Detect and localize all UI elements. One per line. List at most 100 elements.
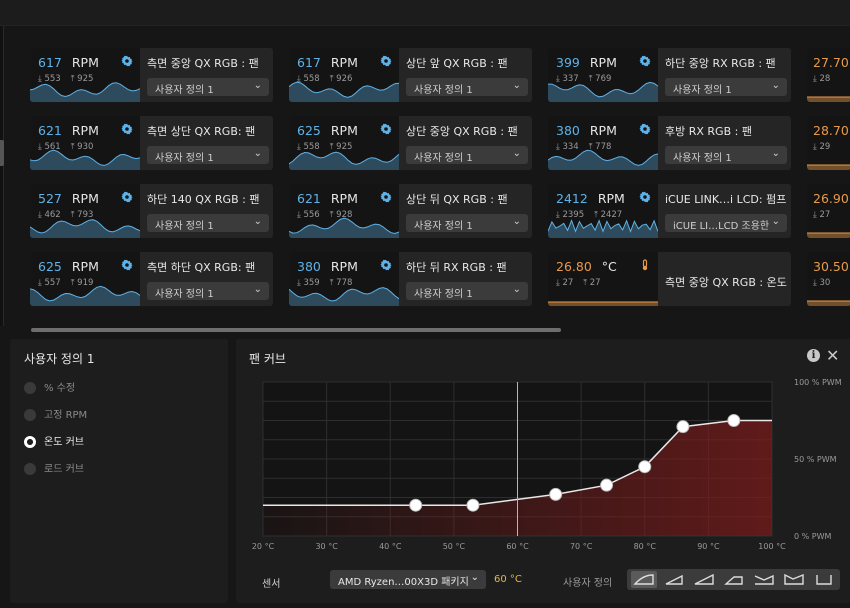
sparkline bbox=[289, 287, 399, 306]
gear-icon[interactable] bbox=[639, 191, 651, 203]
curve-control-point[interactable] bbox=[638, 460, 652, 474]
mode-option-label: 고정 RPM bbox=[44, 410, 88, 421]
curve-control-point[interactable] bbox=[409, 498, 423, 512]
sensor-card-partial[interactable]: 30.50 ⤓ 30 bbox=[807, 252, 850, 306]
sensor-temperature: 60 °C bbox=[494, 574, 522, 585]
preset-fixed-100-icon[interactable] bbox=[781, 571, 807, 588]
sensor-card[interactable]: 617 RPM ⤓ 553 ⤒ 925 측면 중앙 QX RGB : 팬 사용자 정… bbox=[30, 48, 273, 102]
sensor-card[interactable]: 625 RPM ⤓ 558 ⤒ 925 상단 중앙 QX RGB : 팬 사용자 정… bbox=[289, 116, 532, 170]
card-value-unit: RPM bbox=[71, 259, 99, 274]
card-title: 하단 뒤 RX RGB : 팬 bbox=[406, 261, 507, 274]
card-mode-select[interactable]: 사용자 정의 1 ⌄ bbox=[406, 78, 528, 96]
sensor-card[interactable]: 527 RPM ⤓ 462 ⤒ 793 하단 140 QX RGB : 팬 사용자 … bbox=[30, 184, 273, 238]
card-value-number: 2412 bbox=[556, 191, 588, 206]
preset-zero-rpm-icon[interactable] bbox=[721, 571, 747, 588]
card-value: 399 RPM bbox=[556, 55, 617, 70]
sensor-card-partial[interactable]: 27.70 ⤓ 28 bbox=[807, 48, 850, 102]
card-mode-select[interactable]: 사용자 정의 1 ⌄ bbox=[406, 146, 528, 164]
mode-option[interactable]: 온도 커브 bbox=[24, 433, 84, 448]
sensor-card[interactable]: 2412 RPM ⤓ 2395 ⤒ 2427 iCUE LINK…i LCD: 펌프… bbox=[548, 184, 791, 238]
sensor-card-partial[interactable]: 26.90 ⤓ 27 bbox=[807, 184, 850, 238]
radio-button[interactable] bbox=[24, 382, 36, 394]
card-value-unit: RPM bbox=[71, 123, 99, 138]
sensor-select-value: AMD Ryzen…00X3D 패키지 bbox=[338, 577, 469, 588]
sensor-card-partial[interactable]: 28.70 ⤓ 29 bbox=[807, 116, 850, 170]
mode-option[interactable]: 고정 RPM bbox=[24, 406, 87, 421]
card-value-number: 399 bbox=[556, 55, 580, 70]
preset-quiet-icon[interactable] bbox=[631, 571, 657, 588]
horizontal-scrollbar[interactable] bbox=[31, 328, 561, 332]
sensor-card[interactable]: 380 RPM ⤓ 359 ⤒ 778 하단 뒤 RX RGB : 팬 사용자 정의… bbox=[289, 252, 532, 306]
curve-control-point[interactable] bbox=[600, 478, 614, 492]
gear-icon[interactable] bbox=[380, 55, 392, 67]
gear-icon[interactable] bbox=[121, 123, 133, 135]
preset-reset-icon[interactable] bbox=[811, 571, 837, 588]
card-mode-select[interactable]: 사용자 정의 1 ⌄ bbox=[406, 282, 528, 300]
left-scroll-handle[interactable] bbox=[0, 140, 4, 166]
card-mode-select[interactable]: 사용자 정의 1 ⌄ bbox=[406, 214, 528, 232]
card-title: 하단 140 QX RGB : 팬 bbox=[147, 193, 260, 206]
curve-control-point[interactable] bbox=[727, 414, 741, 427]
curve-control-point[interactable] bbox=[549, 487, 563, 501]
card-mode-select[interactable]: 사용자 정의 1 ⌄ bbox=[147, 78, 269, 96]
fan-curve-chart[interactable]: 20 °C 30 °C 40 °C 50 °C 60 °C 70 °C 80 °C 90 °C… bbox=[236, 339, 850, 564]
mode-option[interactable]: % 수정 bbox=[24, 379, 75, 394]
card-value: 26.90 bbox=[813, 191, 849, 206]
x-tick-label: 90 °C bbox=[697, 542, 720, 551]
top-bar bbox=[0, 0, 850, 26]
y-tick-label: 50 % PWM bbox=[794, 455, 837, 464]
card-value-unit: RPM bbox=[589, 123, 617, 138]
gear-icon[interactable] bbox=[380, 191, 392, 203]
gear-icon[interactable] bbox=[380, 259, 392, 271]
sensor-card[interactable]: 380 RPM ⤓ 334 ⤒ 778 후방 RX RGB : 팬 사용자 정의 1… bbox=[548, 116, 791, 170]
x-tick-label: 40 °C bbox=[379, 542, 402, 551]
sensor-card[interactable]: 625 RPM ⤓ 557 ⤒ 919 측면 하단 QX RGB: 팬 사용자 정의… bbox=[30, 252, 273, 306]
radio-button[interactable] bbox=[24, 463, 36, 475]
curve-control-point[interactable] bbox=[466, 498, 480, 512]
card-mode-select[interactable]: iCUE LI…LCD 조용한 ⌄ bbox=[665, 214, 787, 232]
preset-fixed-50-icon[interactable] bbox=[751, 571, 777, 588]
preset-extreme-icon[interactable] bbox=[691, 571, 717, 588]
card-mode-select[interactable]: 사용자 정의 1 ⌄ bbox=[147, 146, 269, 164]
card-value: 625 RPM bbox=[38, 259, 99, 274]
card-mode-select[interactable]: 사용자 정의 1 ⌄ bbox=[147, 214, 269, 232]
card-mode-select[interactable]: 사용자 정의 1 ⌄ bbox=[665, 146, 787, 164]
card-title: 후방 RX RGB : 팬 bbox=[665, 125, 752, 138]
card-mode-value: 사용자 정의 1 bbox=[414, 153, 473, 164]
radio-button[interactable] bbox=[24, 409, 36, 421]
preset-label: 사용자 정의 bbox=[563, 578, 613, 589]
gear-icon[interactable] bbox=[380, 123, 392, 135]
chevron-down-icon: ⌄ bbox=[771, 80, 780, 91]
y-tick-label: 0 % PWM bbox=[794, 532, 832, 541]
preset-balanced-icon[interactable] bbox=[661, 571, 687, 588]
curve-control-point[interactable] bbox=[676, 420, 690, 434]
chevron-down-icon: ⌄ bbox=[470, 572, 479, 583]
gear-icon[interactable] bbox=[121, 259, 133, 271]
mode-option[interactable]: 로드 커브 bbox=[24, 460, 84, 475]
sparkline bbox=[30, 149, 140, 170]
card-value: 621 RPM bbox=[38, 123, 99, 138]
sensor-select[interactable]: AMD Ryzen…00X3D 패키지 ⌄ bbox=[330, 570, 486, 589]
card-value-unit: RPM bbox=[589, 55, 617, 70]
card-title: 측면 상단 QX RGB: 팬 bbox=[147, 125, 256, 138]
sparkline bbox=[30, 219, 140, 238]
sensor-card[interactable]: 621 RPM ⤓ 556 ⤒ 928 상단 뒤 QX RGB : 팬 사용자 정의… bbox=[289, 184, 532, 238]
card-mode-select[interactable]: 사용자 정의 1 ⌄ bbox=[147, 282, 269, 300]
radio-button[interactable] bbox=[24, 436, 36, 448]
card-value: 27.70 bbox=[813, 55, 849, 70]
gear-icon[interactable] bbox=[121, 55, 133, 67]
sparkline bbox=[548, 301, 658, 306]
card-mode-select[interactable]: 사용자 정의 1 ⌄ bbox=[665, 78, 787, 96]
gear-icon[interactable] bbox=[639, 55, 651, 67]
card-value: 527 RPM bbox=[38, 191, 99, 206]
card-value-number: 380 bbox=[297, 259, 321, 274]
sensor-card[interactable]: 617 RPM ⤓ 558 ⤒ 926 상단 앞 QX RGB : 팬 사용자 정의… bbox=[289, 48, 532, 102]
sensor-card[interactable]: 399 RPM ⤓ 337 ⤒ 769 하단 중앙 RX RGB : 팬 사용자 정… bbox=[548, 48, 791, 102]
card-value-unit: RPM bbox=[71, 191, 99, 206]
sparkline bbox=[807, 96, 850, 102]
card-value-number: 625 bbox=[297, 123, 321, 138]
sensor-card[interactable]: 621 RPM ⤓ 561 ⤒ 930 측면 상단 QX RGB: 팬 사용자 정의… bbox=[30, 116, 273, 170]
gear-icon[interactable] bbox=[121, 191, 133, 203]
gear-icon[interactable] bbox=[639, 123, 651, 135]
sensor-card[interactable]: 26.80 °C ⤓ 27 ⤒ 27 측면 중앙 QX RGB : 온도 bbox=[548, 252, 791, 306]
